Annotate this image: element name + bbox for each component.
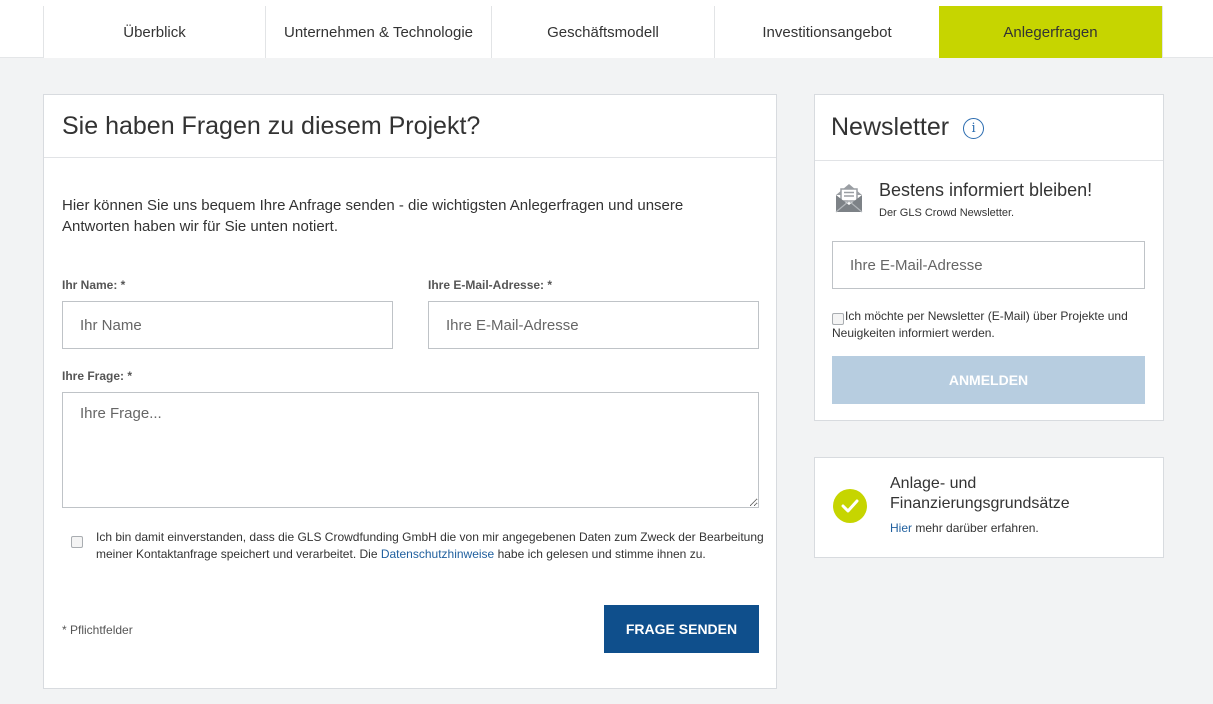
name-label: Ihr Name: *: [62, 278, 126, 292]
consent-text-after: habe ich gelesen und stimme ihnen zu.: [494, 547, 706, 561]
principles-link[interactable]: Hier: [890, 521, 912, 535]
tab-ueberblick[interactable]: Überblick: [43, 6, 265, 58]
question-label: Ihre Frage: *: [62, 369, 133, 383]
tab-geschaeftsmodell[interactable]: Geschäftsmodell: [491, 6, 714, 58]
tab-divider: [1162, 6, 1163, 58]
privacy-link[interactable]: Datenschutzhinweise: [381, 547, 494, 561]
consent-checkbox[interactable]: [71, 536, 83, 548]
principles-title: Anlage- und Finanzierungsgrundsätze: [890, 475, 1070, 512]
principles-more: Hier mehr darüber erfahren.: [890, 521, 1039, 535]
email-input[interactable]: [428, 301, 759, 349]
newsletter-headline: Bestens informiert bleiben!: [879, 180, 1093, 200]
question-form-intro: Hier können Sie uns bequem Ihre Anfrage …: [62, 197, 684, 235]
principles-panel: Anlage- und Finanzierungsgrundsätze Hier…: [814, 457, 1164, 558]
question-textarea[interactable]: [62, 392, 759, 508]
email-label: Ihre E-Mail-Adresse: *: [428, 278, 553, 292]
subscribe-button[interactable]: ANMELDEN: [832, 356, 1145, 404]
consent-text: Ich bin damit einverstanden, dass die GL…: [96, 529, 768, 563]
name-input[interactable]: [62, 301, 393, 349]
send-question-button[interactable]: FRAGE SENDEN: [604, 605, 759, 653]
newsletter-panel: Newsletter i Bestens informiert bleiben!…: [814, 94, 1164, 421]
newsletter-subline: Der GLS Crowd Newsletter.: [879, 207, 1015, 219]
newsletter-title: Newsletter: [831, 113, 950, 141]
question-form-title: Sie haben Fragen zu diesem Projekt?: [44, 95, 776, 158]
envelope-icon: [835, 184, 863, 213]
principles-more-text: mehr darüber erfahren.: [912, 521, 1039, 535]
tab-unternehmen-technologie[interactable]: Unternehmen & Technologie: [265, 6, 491, 58]
question-form-panel: Sie haben Fragen zu diesem Projekt? Hier…: [43, 94, 777, 689]
tab-investitionsangebot[interactable]: Investitionsangebot: [714, 6, 939, 58]
newsletter-email-input[interactable]: [832, 241, 1145, 289]
info-icon[interactable]: i: [963, 118, 985, 139]
newsletter-header: Newsletter i: [815, 95, 1163, 161]
tab-bar: Überblick Unternehmen & Technologie Gesc…: [0, 0, 1213, 58]
tab-anlegerfragen[interactable]: Anlegerfragen: [939, 6, 1162, 58]
checkmark-icon: [833, 489, 867, 523]
required-fields-note: * Pflichtfelder: [62, 623, 133, 637]
newsletter-consent-text: Ich möchte per Newsletter (E-Mail) über …: [832, 309, 1128, 340]
